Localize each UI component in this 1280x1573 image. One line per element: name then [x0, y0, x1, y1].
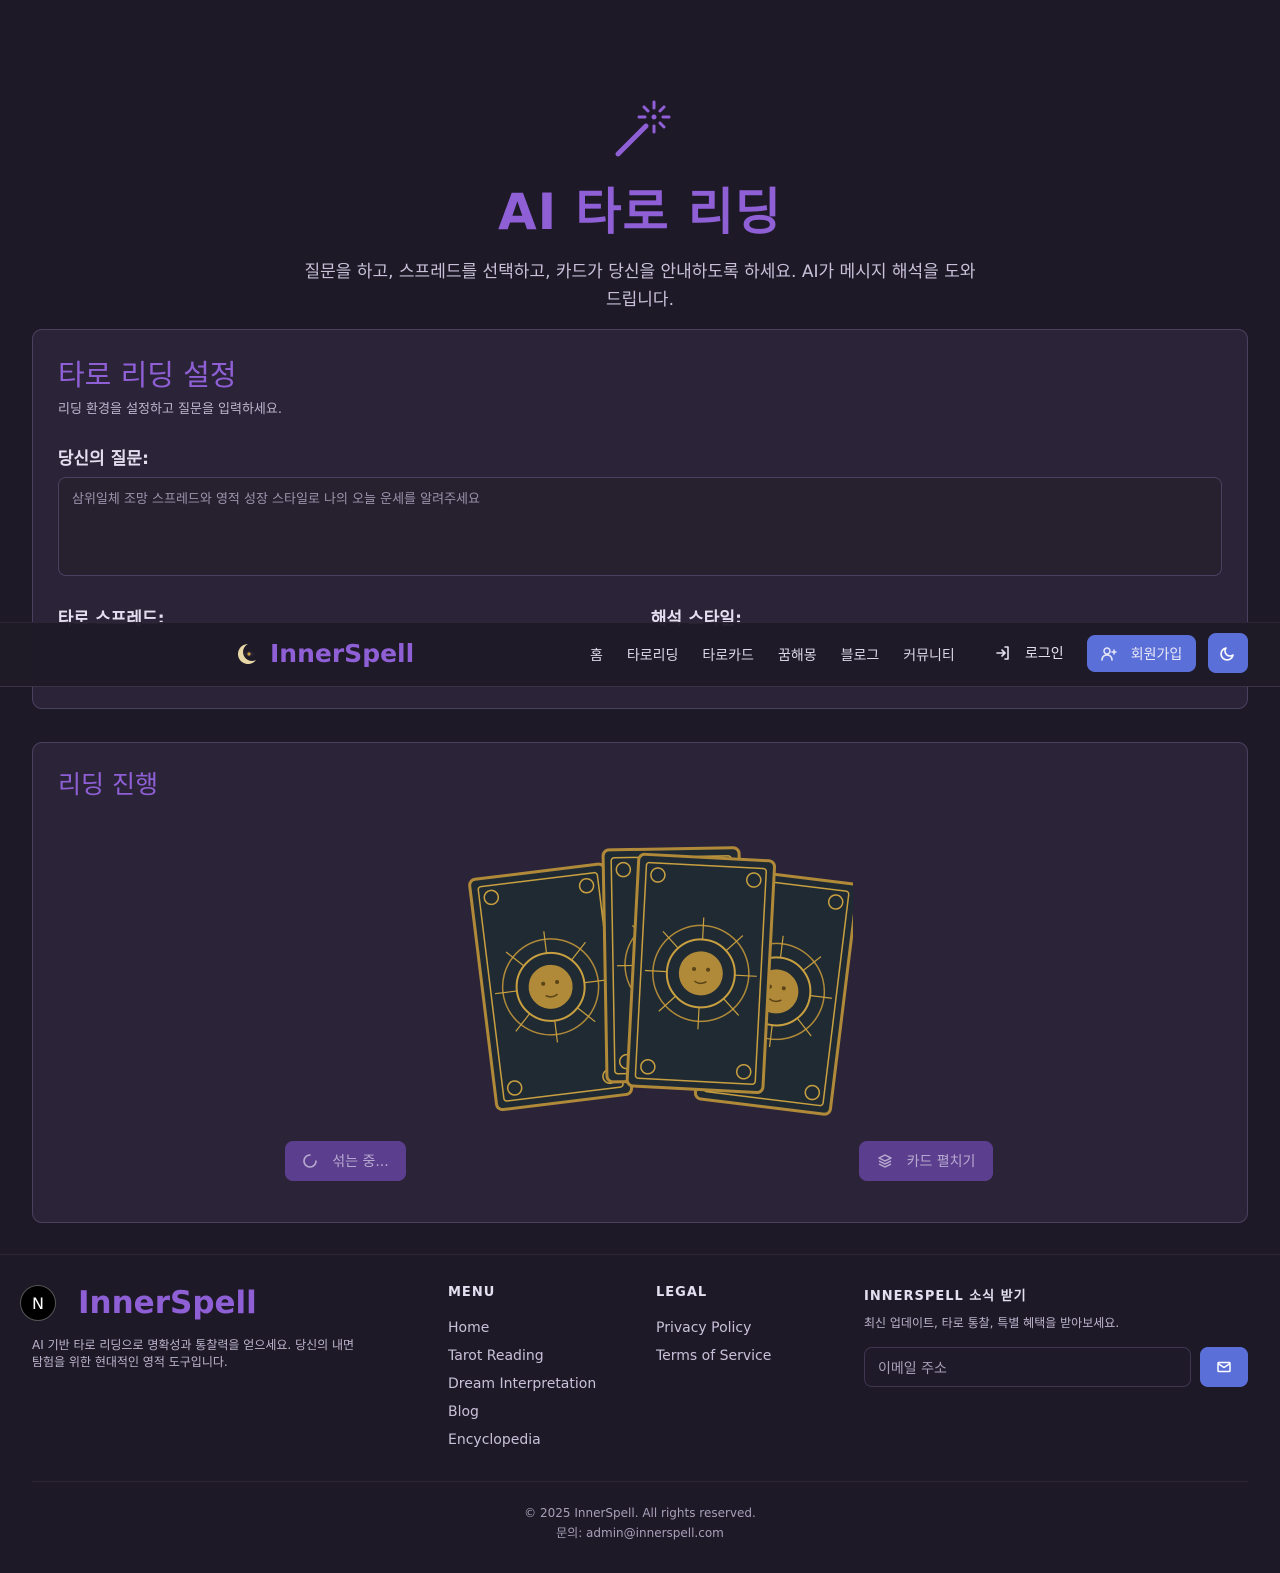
contact-email[interactable]: 문의: admin@innerspell.com: [0, 1523, 1280, 1543]
footer-link-home[interactable]: Home: [448, 1314, 596, 1342]
n-badge-icon[interactable]: N: [20, 1285, 56, 1321]
footer-link-encyclopedia[interactable]: Encyclopedia: [448, 1426, 596, 1454]
site-footer: N InnerSpell AI 기반 타로 리딩으로 명확성과 통찰력을 얻으세…: [0, 1254, 1280, 1573]
layers-icon: [877, 1154, 892, 1168]
page-subtitle: 질문을 하고, 스프레드를 선택하고, 카드가 당신을 안내하도록 하세요. A…: [304, 262, 976, 310]
footer-legal: LEGAL Privacy Policy Terms of Service: [656, 1285, 771, 1370]
footer-menu: MENU Home Tarot Reading Dream Interpreta…: [448, 1285, 596, 1454]
loading-spinner-icon: [303, 1154, 318, 1168]
footer-divider: [32, 1481, 1248, 1482]
footer-link-tarot-reading[interactable]: Tarot Reading: [448, 1342, 596, 1370]
settings-description: 리딩 환경을 설정하고 질문을 입력하세요.: [58, 402, 282, 417]
user-plus-icon: [1100, 646, 1117, 661]
footer-description: AI 기반 타로 리딩으로 명확성과 통찰력을 얻으세요. 당신의 내면 탐험을…: [32, 1338, 355, 1369]
theme-toggle-button[interactable]: [1208, 633, 1248, 673]
spread-cards-button[interactable]: 카드 펼치기: [859, 1141, 993, 1181]
footer-link-blog[interactable]: Blog: [448, 1398, 596, 1426]
top-navbar: InnerSpell 홈 타로리딩 타로카드 꿈해몽 블로그 커뮤니티 로그인 …: [0, 622, 1280, 687]
tarot-deck-illustration[interactable]: [433, 838, 853, 1118]
footer-newsletter: INNERSPELL 소식 받기 최신 업데이트, 타로 통찰, 특별 혜택을 …: [864, 1285, 1119, 1331]
brand-link[interactable]: InnerSpell: [236, 639, 414, 668]
legal-heading: LEGAL: [656, 1285, 708, 1300]
reading-title: 리딩 진행: [58, 770, 158, 799]
moon-logo-icon: [54, 1293, 64, 1313]
shuffle-button[interactable]: 섞는 중...: [285, 1141, 406, 1181]
magic-wand-icon: [615, 100, 671, 157]
footer-link-terms[interactable]: Terms of Service: [656, 1342, 771, 1370]
footer-link-privacy[interactable]: Privacy Policy: [656, 1314, 771, 1342]
newsletter-email-input[interactable]: 이메일 주소: [864, 1347, 1191, 1387]
nav-link-tarot-cards[interactable]: 타로카드: [702, 645, 754, 665]
login-button[interactable]: 로그인: [995, 643, 1064, 663]
login-icon: [996, 646, 1009, 660]
shuffle-label: 섞는 중...: [332, 1154, 389, 1170]
newsletter-description: 최신 업데이트, 타로 통찰, 특별 혜택을 받아보세요.: [864, 1316, 1120, 1330]
signup-button[interactable]: 회원가입: [1087, 635, 1196, 672]
newsletter-submit-button[interactable]: [1200, 1347, 1248, 1387]
nav-link-community[interactable]: 커뮤니티: [903, 645, 955, 665]
mail-icon: [1217, 1361, 1231, 1373]
nav-link-home[interactable]: 홈: [590, 645, 603, 665]
nav-links: 홈 타로리딩 타로카드 꿈해몽 블로그 커뮤니티: [590, 645, 979, 665]
nav-link-dream[interactable]: 꿈해몽: [778, 645, 817, 665]
login-label: 로그인: [1025, 646, 1064, 662]
menu-heading: MENU: [448, 1285, 496, 1300]
footer-link-dream[interactable]: Dream Interpretation: [448, 1370, 596, 1398]
signup-label: 회원가입: [1130, 646, 1183, 663]
settings-title: 타로 리딩 설정: [58, 358, 237, 392]
question-label: 당신의 질문:: [58, 449, 149, 469]
question-textarea[interactable]: 삼위일체 조망 스프레드와 영적 성장 스타일로 나의 오늘 운세를 알려주세요: [58, 477, 1222, 576]
hero-section: AI 타로 리딩 질문을 하고, 스프레드를 선택하고, 카드가 당신을 안내하…: [0, 96, 1280, 314]
page-title: AI 타로 리딩: [497, 183, 783, 241]
newsletter-heading: INNERSPELL 소식 받기: [864, 1289, 1027, 1304]
moon-eye-logo-icon: [238, 643, 256, 664]
footer-copyright: © 2025 InnerSpell. All rights reserved. …: [0, 1503, 1280, 1543]
tarot-card: [625, 852, 777, 1095]
nav-link-blog[interactable]: 블로그: [841, 645, 880, 665]
nav-link-tarot-reading[interactable]: 타로리딩: [627, 645, 679, 665]
footer-brand-name: InnerSpell: [78, 1285, 257, 1321]
brand-name: InnerSpell: [270, 639, 415, 668]
moon-icon: [1220, 647, 1234, 661]
reading-progress-card: 리딩 진행 섞는 중... 카드 펼치기: [32, 742, 1248, 1223]
spread-label-text: 카드 펼치기: [906, 1154, 976, 1170]
footer-brand[interactable]: N InnerSpell: [20, 1285, 257, 1321]
copyright-text: © 2025 InnerSpell. All rights reserved.: [524, 1506, 756, 1520]
